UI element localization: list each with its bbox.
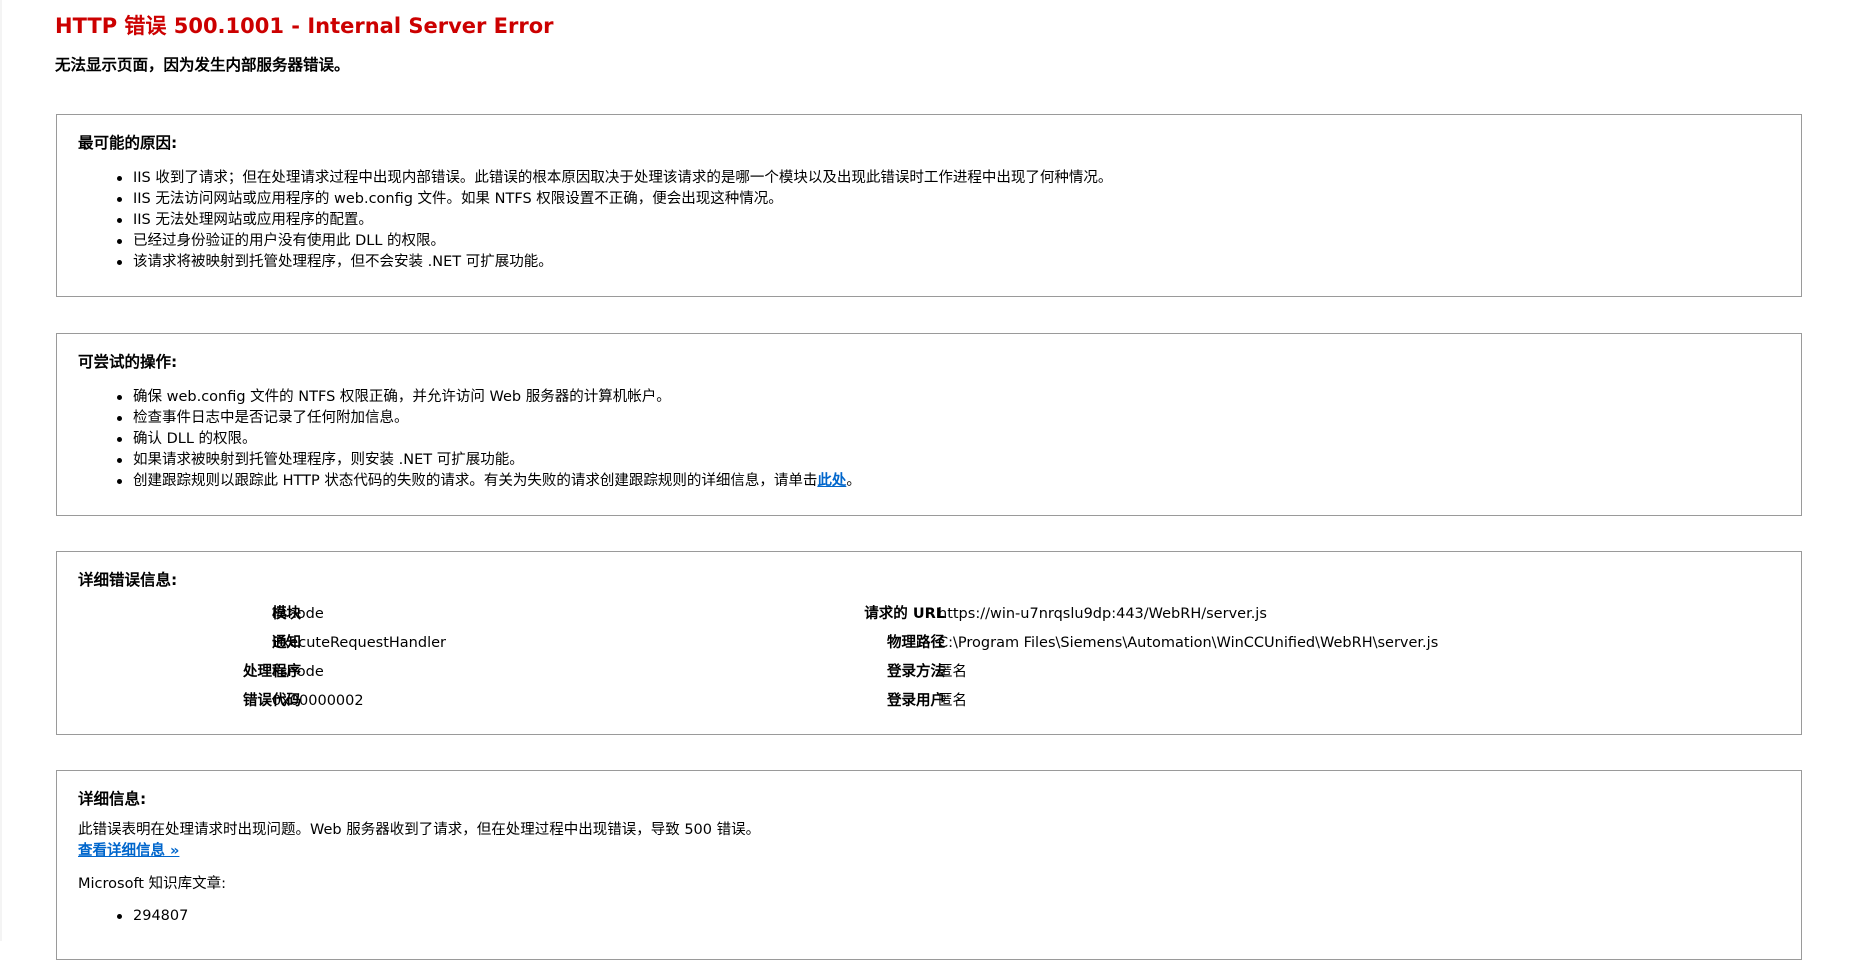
actions-list: 确保 web.config 文件的 NTFS 权限正确，并允许访问 Web 服务… bbox=[78, 387, 1780, 492]
trace-rule-text: 创建跟踪规则以跟踪此 HTTP 状态代码的失败的请求。有关为失败的请求创建跟踪规… bbox=[133, 473, 818, 489]
request-url-label: 请求的 URL bbox=[864, 606, 945, 622]
logon-method-value: 匿名 bbox=[938, 664, 967, 680]
trace-rule-suffix: 。 bbox=[846, 473, 861, 489]
details-heading: 详细错误信息: bbox=[78, 571, 178, 589]
physical-path-value: C:\Program Files\Siemens\Automation\WinC… bbox=[938, 635, 1439, 651]
info-panel: 详细信息: 此错误表明在处理请求时出现问题。Web 服务器收到了请求，但在处理过… bbox=[56, 770, 1802, 960]
list-item: 如果请求被映射到托管处理程序，则安装 .NET 可扩展功能。 bbox=[117, 450, 1780, 471]
logon-method-label: 登录方法 bbox=[887, 664, 945, 680]
info-link-line: 查看详细信息 » bbox=[78, 841, 1780, 861]
error-code-value: 0x00000002 bbox=[272, 693, 364, 709]
physical-path-label: 物理路径 bbox=[887, 635, 945, 651]
more-info-link[interactable]: 查看详细信息 » bbox=[78, 843, 179, 859]
list-item: IIS 收到了请求；但在处理请求过程中出现内部错误。此错误的根本原因取决于处理该… bbox=[117, 168, 1780, 189]
error-subtitle: 无法显示页面，因为发生内部服务器错误。 bbox=[55, 56, 350, 74]
notification-value: ExecuteRequestHandler bbox=[272, 635, 446, 651]
list-item: 创建跟踪规则以跟踪此 HTTP 状态代码的失败的请求。有关为失败的请求创建跟踪规… bbox=[117, 471, 1780, 492]
page-edge bbox=[0, 0, 2, 941]
kb-title: Microsoft 知识库文章: bbox=[78, 876, 226, 892]
list-item: 检查事件日志中是否记录了任何附加信息。 bbox=[117, 408, 1780, 429]
info-text: 此错误表明在处理请求时出现问题。Web 服务器收到了请求，但在处理过程中出现错误… bbox=[78, 822, 761, 838]
list-item: 294807 bbox=[117, 906, 1780, 927]
details-panel: 详细错误信息: 模块 iisnode 请求的 URL https://win-u… bbox=[56, 551, 1802, 735]
request-url-value: https://win-u7nrqslu9dp:443/WebRH/server… bbox=[938, 606, 1267, 622]
causes-list: IIS 收到了请求；但在处理请求过程中出现内部错误。此错误的根本原因取决于处理该… bbox=[78, 168, 1780, 273]
list-item: 确认 DLL 的权限。 bbox=[117, 429, 1780, 450]
list-item: IIS 无法处理网站或应用程序的配置。 bbox=[117, 210, 1780, 231]
error-title: HTTP 错误 500.1001 - Internal Server Error bbox=[55, 14, 554, 38]
actions-heading: 可尝试的操作: bbox=[78, 353, 178, 371]
detail-row-error-code: 错误代码 0x00000002 登录用户 匿名 bbox=[57, 691, 1801, 711]
info-heading: 详细信息: bbox=[78, 790, 147, 808]
detail-row-notification: 通知 ExecuteRequestHandler 物理路径 C:\Program… bbox=[57, 633, 1801, 653]
list-item: 该请求将被映射到托管处理程序，但不会安装 .NET 可扩展功能。 bbox=[117, 252, 1780, 273]
detail-row-module: 模块 iisnode 请求的 URL https://win-u7nrqslu9… bbox=[57, 604, 1801, 624]
logon-user-value: 匿名 bbox=[938, 693, 967, 709]
list-item: IIS 无法访问网站或应用程序的 web.config 文件。如果 NTFS 权… bbox=[117, 189, 1780, 210]
detail-row-handler: 处理程序 iisnode 登录方法 匿名 bbox=[57, 662, 1801, 682]
kb-list: 294807 bbox=[78, 906, 1780, 927]
trace-rule-link[interactable]: 此处 bbox=[817, 473, 846, 489]
handler-value: iisnode bbox=[272, 664, 324, 680]
list-item: 已经过身份验证的用户没有使用此 DLL 的权限。 bbox=[117, 231, 1780, 252]
causes-panel: 最可能的原因: IIS 收到了请求；但在处理请求过程中出现内部错误。此错误的根本… bbox=[56, 114, 1802, 297]
module-value: iisnode bbox=[272, 606, 324, 622]
actions-panel: 可尝试的操作: 确保 web.config 文件的 NTFS 权限正确，并允许访… bbox=[56, 333, 1802, 516]
logon-user-label: 登录用户 bbox=[887, 693, 945, 709]
causes-heading: 最可能的原因: bbox=[78, 134, 178, 152]
list-item: 确保 web.config 文件的 NTFS 权限正确，并允许访问 Web 服务… bbox=[117, 387, 1780, 408]
